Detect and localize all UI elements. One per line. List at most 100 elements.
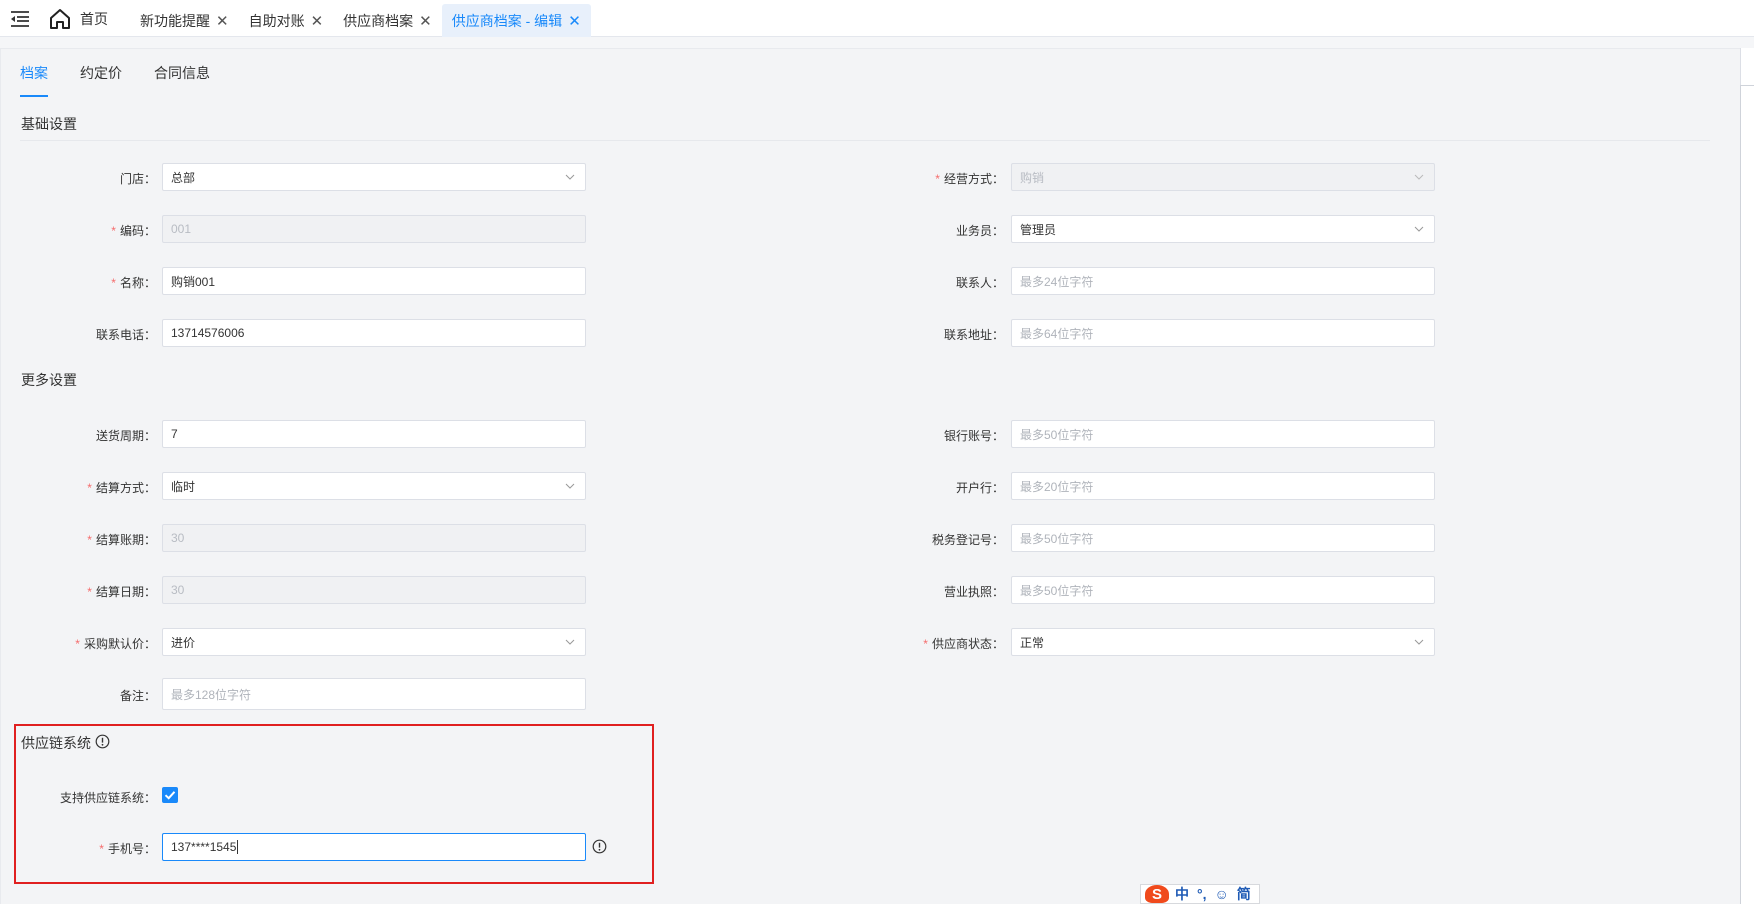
store-value: 总部 [171, 170, 196, 185]
settle-date-value: 30 [171, 583, 185, 597]
license-input[interactable]: 最多50位字符 [1011, 576, 1435, 604]
mode-label: * 经营方式： [935, 172, 1004, 186]
text-cursor [237, 840, 239, 854]
settle-date-label: * 结算日期： [87, 585, 156, 599]
tax-no-input[interactable]: 最多50位字符 [1011, 524, 1435, 552]
subtab-contract-info[interactable]: 合同信息 [154, 61, 210, 97]
cycle-value: 7 [171, 427, 178, 441]
close-icon[interactable]: ✕ [419, 12, 432, 30]
name-value: 购销001 [171, 274, 216, 289]
section-supply-chain-title: 供应链系统 [21, 735, 91, 751]
close-icon[interactable]: ✕ [568, 12, 581, 30]
status-label: * 供应商状态： [923, 637, 1004, 651]
chevron-down-icon [1414, 226, 1424, 232]
sogou-logo-icon: S [1145, 885, 1169, 903]
salesman-select[interactable]: 管理员 [1011, 215, 1435, 243]
code-label: * 编码： [111, 224, 156, 238]
settle-method-select[interactable]: 临时 [162, 472, 586, 500]
menu-collapse-icon[interactable] [10, 10, 30, 28]
subtab-archive[interactable]: 档案 [20, 61, 48, 97]
bank-account-placeholder: 最多50位字符 [1020, 427, 1094, 442]
settle-method-value: 临时 [171, 479, 196, 494]
section-basic-title: 基础设置 [21, 116, 77, 132]
mobile-input[interactable]: 137****1545 [162, 833, 586, 861]
contact-label: 联系人： [955, 276, 1004, 290]
salesman-label: 业务员： [955, 224, 1004, 238]
info-icon[interactable] [95, 734, 110, 749]
status-select[interactable]: 正常 [1011, 628, 1435, 656]
mobile-info-icon[interactable] [592, 839, 607, 854]
ime-punctuation[interactable]: °, [1197, 886, 1207, 902]
support-supply-chain-label: 支持供应链系统： [59, 791, 156, 805]
contact-input[interactable]: 最多24位字符 [1011, 267, 1435, 295]
store-select[interactable]: 总部 [162, 163, 586, 191]
section-divider [20, 140, 1710, 141]
phone-label: 联系电话： [95, 328, 156, 342]
sub-tabs: 档案 约定价 合同信息 [20, 61, 242, 97]
purchase-price-select[interactable]: 进价 [162, 628, 586, 656]
license-label: 营业执照： [943, 585, 1004, 599]
name-label: * 名称： [111, 276, 156, 290]
scrollbar-thumb[interactable] [1740, 85, 1754, 904]
tab-supplier-archive-edit[interactable]: 供应商档案 - 编辑 ✕ [441, 4, 591, 37]
bank-name-input[interactable]: 最多20位字符 [1011, 472, 1435, 500]
remark-placeholder: 最多128位字符 [171, 687, 252, 702]
store-label: 门店： [119, 172, 156, 186]
ime-chinese-mode[interactable]: 中 [1175, 884, 1189, 904]
tab-label: 自助对账 [248, 12, 305, 29]
phone-value: 13714576006 [171, 326, 245, 340]
settle-method-label: * 结算方式： [87, 481, 156, 495]
home-label: 首页 [80, 11, 108, 27]
ime-emoji-icon[interactable]: ☺ [1215, 886, 1229, 902]
name-input[interactable]: 购销001 [162, 267, 586, 295]
tab-supplier-archive[interactable]: 供应商档案 ✕ [333, 4, 442, 37]
mobile-label: * 手机号： [99, 842, 156, 856]
purchase-price-value: 进价 [171, 635, 196, 650]
support-supply-chain-checkbox[interactable] [162, 787, 178, 803]
settle-period-label: * 结算账期： [87, 533, 156, 547]
settle-period-value: 30 [171, 531, 185, 545]
address-input[interactable]: 最多64位字符 [1011, 319, 1435, 347]
bank-name-placeholder: 最多20位字符 [1020, 479, 1094, 494]
contact-placeholder: 最多24位字符 [1020, 274, 1094, 289]
section-more-title: 更多设置 [21, 372, 77, 388]
chevron-down-icon [565, 483, 575, 489]
chevron-down-icon [565, 174, 575, 180]
code-input: 001 [162, 215, 586, 243]
tax-no-label: 税务登记号： [931, 533, 1004, 547]
close-icon[interactable]: ✕ [216, 12, 229, 30]
chevron-down-icon [565, 639, 575, 645]
mobile-value: 137****1545 [171, 840, 237, 854]
salesman-value: 管理员 [1020, 222, 1057, 237]
home-tab[interactable]: 首页 [48, 6, 108, 32]
tab-label: 供应商档案 - 编辑 [451, 12, 563, 29]
cycle-input[interactable]: 7 [162, 420, 586, 448]
tax-no-placeholder: 最多50位字符 [1020, 531, 1094, 546]
address-label: 联系地址： [943, 328, 1004, 342]
tab-new-feature[interactable]: 新功能提醒 ✕ [130, 4, 239, 37]
subtab-agreed-price[interactable]: 约定价 [80, 61, 122, 97]
settle-period-input: 30 [162, 524, 586, 552]
tab-self-reconcile[interactable]: 自助对账 ✕ [239, 4, 334, 37]
address-placeholder: 最多64位字符 [1020, 326, 1094, 341]
chevron-down-icon [1414, 639, 1424, 645]
mode-value: 购销 [1020, 170, 1045, 185]
bank-account-label: 银行账号： [943, 429, 1004, 443]
purchase-price-label: * 采购默认价： [75, 637, 156, 651]
tab-list: 新功能提醒 ✕ 自助对账 ✕ 供应商档案 ✕ 供应商档案 - 编辑 ✕ [130, 4, 591, 37]
license-placeholder: 最多50位字符 [1020, 583, 1094, 598]
code-value: 001 [171, 222, 192, 236]
bank-account-input[interactable]: 最多50位字符 [1011, 420, 1435, 448]
phone-input[interactable]: 13714576006 [162, 319, 586, 347]
close-icon[interactable]: ✕ [311, 12, 324, 30]
bank-name-label: 开户行： [955, 481, 1004, 495]
ime-toolbar[interactable]: S 中 °, ☺ 简 [1140, 884, 1260, 904]
remark-label: 备注： [119, 689, 156, 703]
checkmark-icon [164, 791, 176, 800]
tab-label: 新功能提醒 [140, 12, 210, 29]
home-icon [50, 9, 70, 29]
remark-input[interactable]: 最多128位字符 [162, 678, 586, 710]
chevron-down-icon [1414, 174, 1424, 180]
ime-simplified[interactable]: 简 [1237, 884, 1251, 904]
tab-label: 供应商档案 [343, 12, 414, 29]
